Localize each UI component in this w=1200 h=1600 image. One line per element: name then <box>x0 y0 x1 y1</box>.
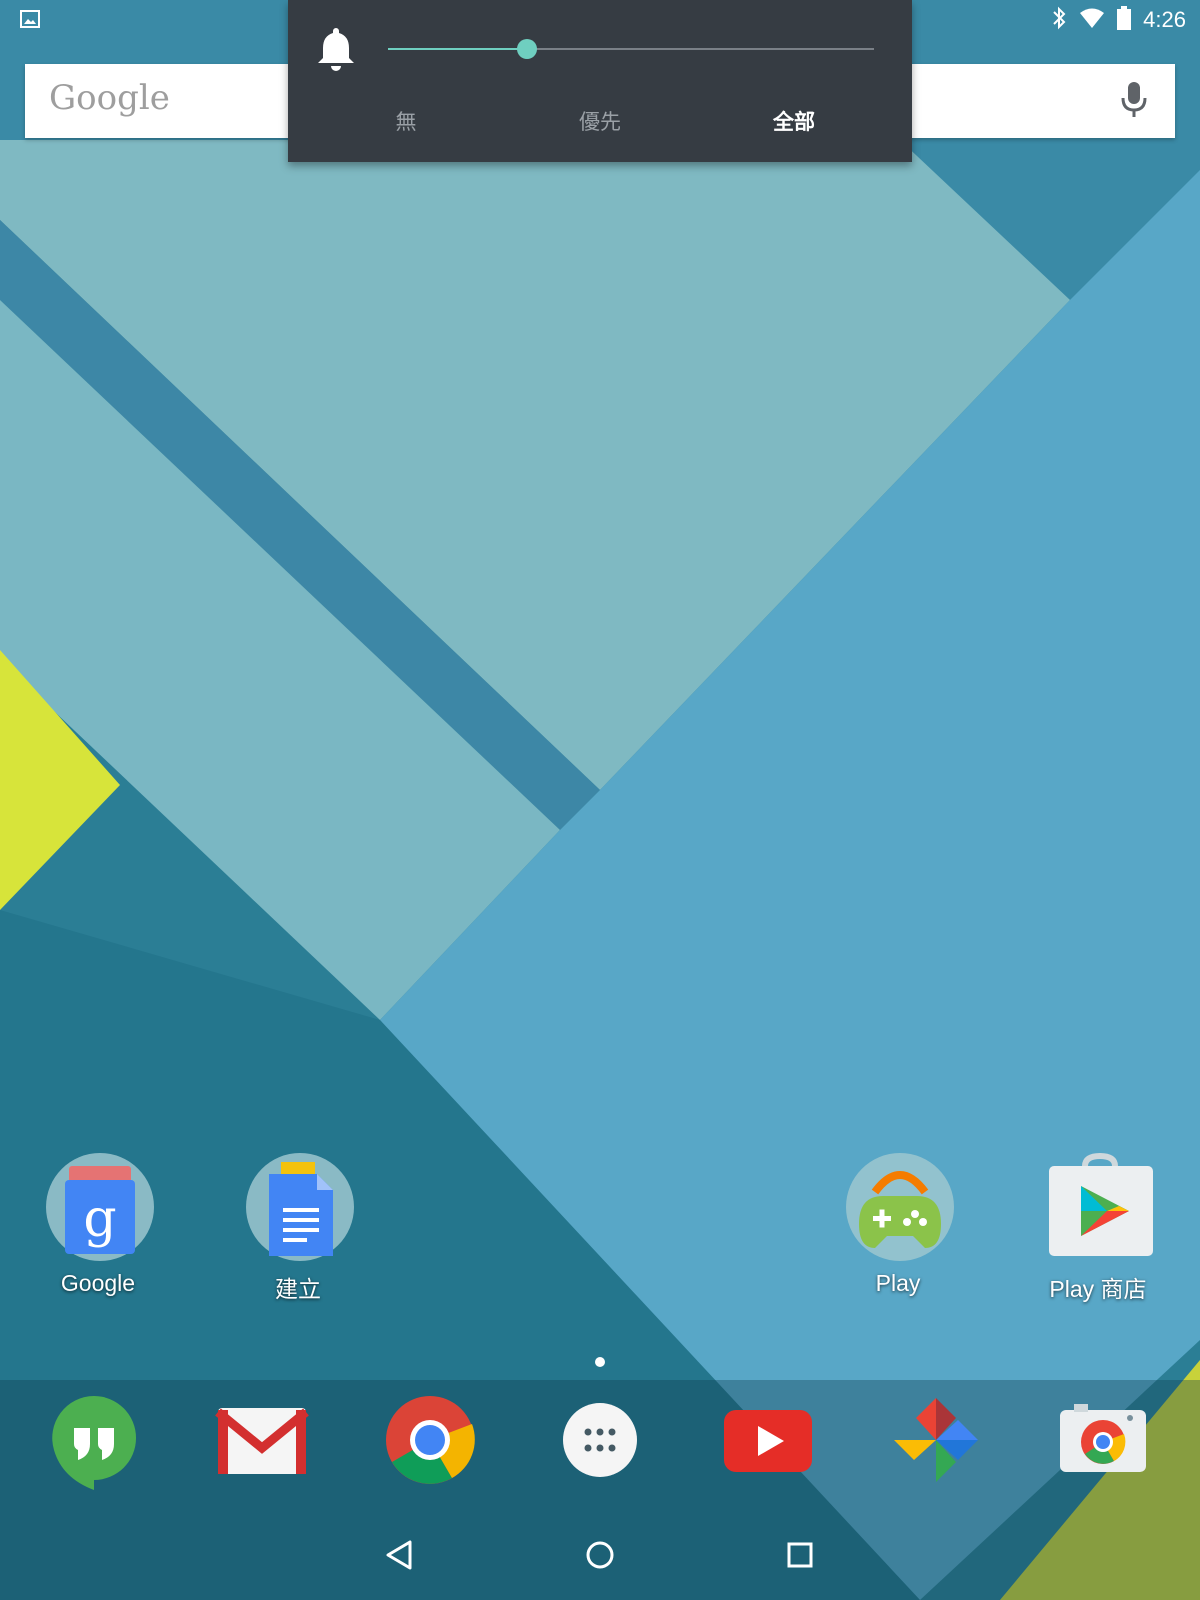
home-icon[interactable] <box>570 1530 630 1580</box>
gmail-icon[interactable] <box>212 1390 312 1490</box>
wifi-icon <box>1079 7 1105 33</box>
app-label: Google <box>60 1270 136 1296</box>
google-logo: Google <box>49 78 170 118</box>
recents-icon[interactable] <box>770 1530 830 1580</box>
volume-slider[interactable] <box>388 39 874 59</box>
app-drawer-icon[interactable] <box>550 1390 650 1490</box>
volume-slider-thumb[interactable] <box>517 39 538 59</box>
app-label: Play 商店 <box>1049 1276 1147 1302</box>
play-games-icon <box>845 1152 955 1262</box>
camera-icon[interactable] <box>1054 1390 1154 1490</box>
mode-all[interactable]: 全部 <box>714 106 874 136</box>
play-store-icon <box>1045 1152 1155 1262</box>
bluetooth-icon <box>1051 6 1067 34</box>
volume-slider-fill <box>388 48 528 50</box>
battery-icon <box>1117 6 1132 34</box>
navigation-bar <box>0 1510 1200 1600</box>
chrome-icon[interactable] <box>380 1390 480 1490</box>
docs-folder-icon <box>245 1152 355 1262</box>
app-label: 建立 <box>275 1276 321 1302</box>
youtube-icon[interactable] <box>718 1390 818 1490</box>
app-play-games[interactable]: Play <box>823 1152 973 1302</box>
app-play-store[interactable]: Play 商店 <box>1023 1152 1173 1302</box>
photos-icon[interactable] <box>886 1390 986 1490</box>
app-google-folder[interactable]: g Google <box>23 1152 173 1302</box>
back-icon[interactable] <box>370 1530 430 1580</box>
mic-icon[interactable] <box>1121 82 1147 122</box>
clock: 4:26 <box>1143 7 1186 32</box>
google-folder-icon: g <box>45 1152 155 1262</box>
image-notification-icon <box>20 10 40 32</box>
volume-panel: 無 優先 全部 <box>288 0 912 162</box>
bell-icon <box>316 26 356 76</box>
hangouts-icon[interactable] <box>44 1390 144 1490</box>
mode-priority[interactable]: 優先 <box>520 106 680 136</box>
app-create-folder[interactable]: 建立 <box>223 1152 373 1302</box>
app-label: Play <box>875 1270 921 1296</box>
svg-text:g: g <box>83 1189 116 1249</box>
page-indicator-dot <box>595 1357 605 1367</box>
mode-none[interactable]: 無 <box>326 106 486 136</box>
